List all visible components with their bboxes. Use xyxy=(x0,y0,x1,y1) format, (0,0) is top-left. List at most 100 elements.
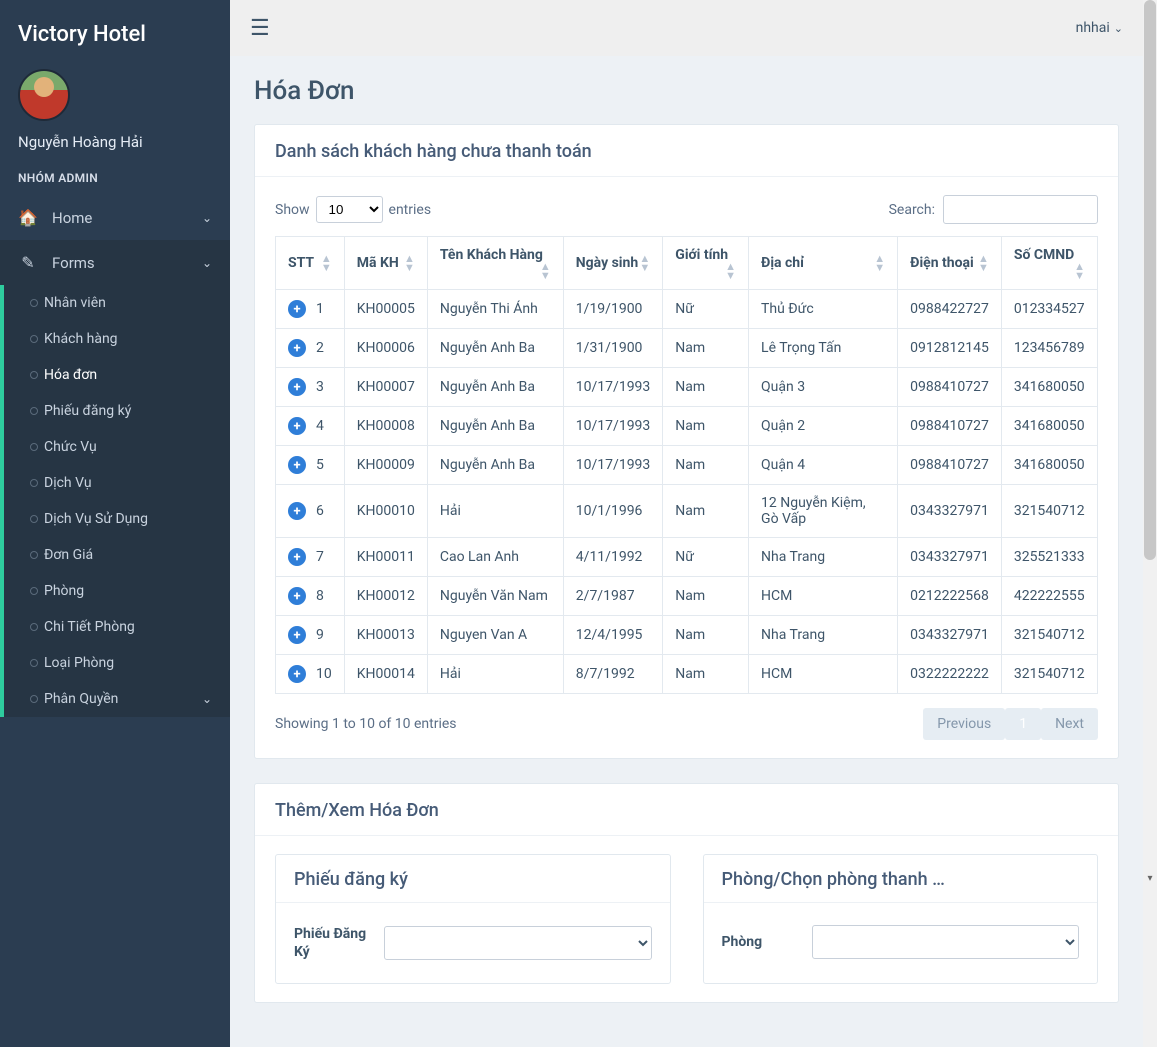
scroll-thumb[interactable] xyxy=(1144,0,1156,560)
cell: Hải xyxy=(427,655,563,694)
cell: KH00011 xyxy=(344,538,427,577)
profile-role: NHÓM ADMIN xyxy=(0,171,230,185)
cell: Nam xyxy=(663,577,749,616)
pager-next[interactable]: Next xyxy=(1041,708,1098,740)
expand-row-button[interactable]: + xyxy=(288,665,306,683)
expand-row-button[interactable]: + xyxy=(288,456,306,474)
sidebar-item-h-a-n[interactable]: Hóa đơn xyxy=(4,357,230,393)
label-phong: Phòng xyxy=(722,933,812,951)
table-info: Showing 1 to 10 of 10 entries xyxy=(275,716,457,732)
select-phieu-dang-ky[interactable] xyxy=(384,926,652,960)
sidebar-item-d-ch-v-s-d-ng[interactable]: Dịch Vụ Sử Dụng xyxy=(4,501,230,537)
customers-table: STT▲▼Mã KH▲▼Tên Khách Hàng▲▼Ngày sinh▲▼G… xyxy=(275,236,1098,694)
select-phong[interactable] xyxy=(812,925,1080,959)
cell: 12 Nguyễn Kiệm, Gò Vấp xyxy=(749,485,898,538)
length-select[interactable]: 10 xyxy=(316,196,383,223)
expand-row-button[interactable]: + xyxy=(288,626,306,644)
sidebar-item-nh-n-vi-n[interactable]: Nhân viên xyxy=(4,285,230,321)
cell: Quận 3 xyxy=(749,368,898,407)
sort-icon: ▲▼ xyxy=(874,255,885,271)
expand-row-button[interactable]: + xyxy=(288,548,306,566)
pager-prev[interactable]: Previous xyxy=(923,708,1005,740)
avatar[interactable] xyxy=(18,69,70,121)
column-header[interactable]: STT▲▼ xyxy=(276,237,345,290)
cell: KH00012 xyxy=(344,577,427,616)
label-phieu-dang-ky: Phiếu Đăng Ký xyxy=(294,925,384,961)
cell: +6 xyxy=(276,485,345,538)
cell: 10/17/1993 xyxy=(563,407,663,446)
menu-toggle-icon[interactable]: ☰ xyxy=(250,16,270,41)
expand-row-button[interactable]: + xyxy=(288,587,306,605)
column-header[interactable]: Điện thoại▲▼ xyxy=(898,237,1002,290)
cell: Nam xyxy=(663,407,749,446)
cell: Nguyễn Anh Ba xyxy=(427,407,563,446)
cell: +5 xyxy=(276,446,345,485)
expand-row-button[interactable]: + xyxy=(288,378,306,396)
pager-page-1[interactable]: 1 xyxy=(1005,708,1041,740)
sidebar-item-lo-i-ph-ng[interactable]: Loại Phòng xyxy=(4,645,230,681)
chevron-down-icon: ⌄ xyxy=(1114,22,1123,35)
expand-row-button[interactable]: + xyxy=(288,502,306,520)
sidebar-item-label: Phiếu đăng ký xyxy=(44,403,131,419)
sidebar-item-d-ch-v-[interactable]: Dịch Vụ xyxy=(4,465,230,501)
column-header[interactable]: Giới tính▲▼ xyxy=(663,237,749,290)
cell: +2 xyxy=(276,329,345,368)
cell: Nha Trang xyxy=(749,538,898,577)
cell: Nam xyxy=(663,368,749,407)
table-row: +3KH00007Nguyễn Anh Ba10/17/1993NamQuận … xyxy=(276,368,1098,407)
cell: +8 xyxy=(276,577,345,616)
cell: 341680050 xyxy=(1001,368,1097,407)
cell: 8/7/1992 xyxy=(563,655,663,694)
sidebar-item--n-gi-[interactable]: Đơn Giá xyxy=(4,537,230,573)
cell: 1/19/1900 xyxy=(563,290,663,329)
chevron-down-icon: ⌄ xyxy=(202,211,212,225)
cell: Nam xyxy=(663,655,749,694)
page-scrollbar[interactable]: ▴ ▾ xyxy=(1143,0,1157,885)
cell: 0212222568 xyxy=(898,577,1002,616)
column-header[interactable]: Số CMND▲▼ xyxy=(1001,237,1097,290)
table-row: +1KH00005Nguyễn Thi Ánh1/19/1900NữThủ Đứ… xyxy=(276,290,1098,329)
sidebar-item-ph-ng[interactable]: Phòng xyxy=(4,573,230,609)
sidebar-item-label: Phòng xyxy=(44,583,84,599)
scroll-down-icon[interactable]: ▾ xyxy=(1143,871,1157,885)
cell: 341680050 xyxy=(1001,407,1097,446)
nav-home[interactable]: 🏠 Home ⌄ xyxy=(0,195,230,240)
sidebar-item-label: Dịch Vụ Sử Dụng xyxy=(44,511,148,527)
sidebar-item-phi-u-ng-k-[interactable]: Phiếu đăng ký xyxy=(4,393,230,429)
column-header[interactable]: Địa chỉ▲▼ xyxy=(749,237,898,290)
expand-row-button[interactable]: + xyxy=(288,417,306,435)
sidebar-item-kh-ch-h-ng[interactable]: Khách hàng xyxy=(4,321,230,357)
profile: Nguyễn Hoàng Hải xyxy=(0,69,230,171)
cell: Nguyễn Anh Ba xyxy=(427,368,563,407)
sidebar: Victory Hotel Nguyễn Hoàng Hải NHÓM ADMI… xyxy=(0,0,230,1047)
panel-title: Danh sách khách hàng chưa thanh toán xyxy=(255,125,1118,177)
cell: +10 xyxy=(276,655,345,694)
nav: 🏠 Home ⌄ ✎ Forms ⌄ xyxy=(0,195,230,285)
table-row: +2KH00006Nguyễn Anh Ba1/31/1900NamLê Trọ… xyxy=(276,329,1098,368)
table-row: +9KH00013Nguyen Van A12/4/1995NamNha Tra… xyxy=(276,616,1098,655)
nav-forms[interactable]: ✎ Forms ⌄ xyxy=(0,240,230,285)
expand-row-button[interactable]: + xyxy=(288,300,306,318)
cell: 10/17/1993 xyxy=(563,368,663,407)
user-menu[interactable]: nhhai ⌄ xyxy=(1076,20,1123,36)
nav-sublist: Nhân viênKhách hàngHóa đơn Phiếu đăng ký C… xyxy=(0,285,230,717)
chevron-down-icon: ⌄ xyxy=(202,692,212,706)
cell: 0988410727 xyxy=(898,446,1002,485)
sidebar-item-ch-c-v-[interactable]: Chức Vụ xyxy=(4,429,230,465)
card-title: Phòng/Chọn phòng thanh … xyxy=(704,855,1098,903)
search-input[interactable] xyxy=(943,195,1098,224)
column-header[interactable]: Tên Khách Hàng▲▼ xyxy=(427,237,563,290)
panel-title: Thêm/Xem Hóa Đơn xyxy=(255,784,1118,836)
sort-icon: ▲▼ xyxy=(540,263,551,279)
column-header[interactable]: Mã KH▲▼ xyxy=(344,237,427,290)
table-row: +6KH00010Hải10/1/1996Nam12 Nguyễn Kiệm, … xyxy=(276,485,1098,538)
cell: 422222555 xyxy=(1001,577,1097,616)
cell: 0343327971 xyxy=(898,616,1002,655)
sidebar-item-ph-n-quy-n[interactable]: Phân Quyền ⌄ xyxy=(4,681,230,717)
expand-row-button[interactable]: + xyxy=(288,339,306,357)
cell: 12/4/1995 xyxy=(563,616,663,655)
sidebar-item-chi-ti-t-ph-ng[interactable]: Chi Tiết Phòng xyxy=(4,609,230,645)
column-header[interactable]: Ngày sinh▲▼ xyxy=(563,237,663,290)
sidebar-item-label: Phân Quyền xyxy=(44,691,118,707)
sidebar-item-label: Chi Tiết Phòng xyxy=(44,619,135,635)
